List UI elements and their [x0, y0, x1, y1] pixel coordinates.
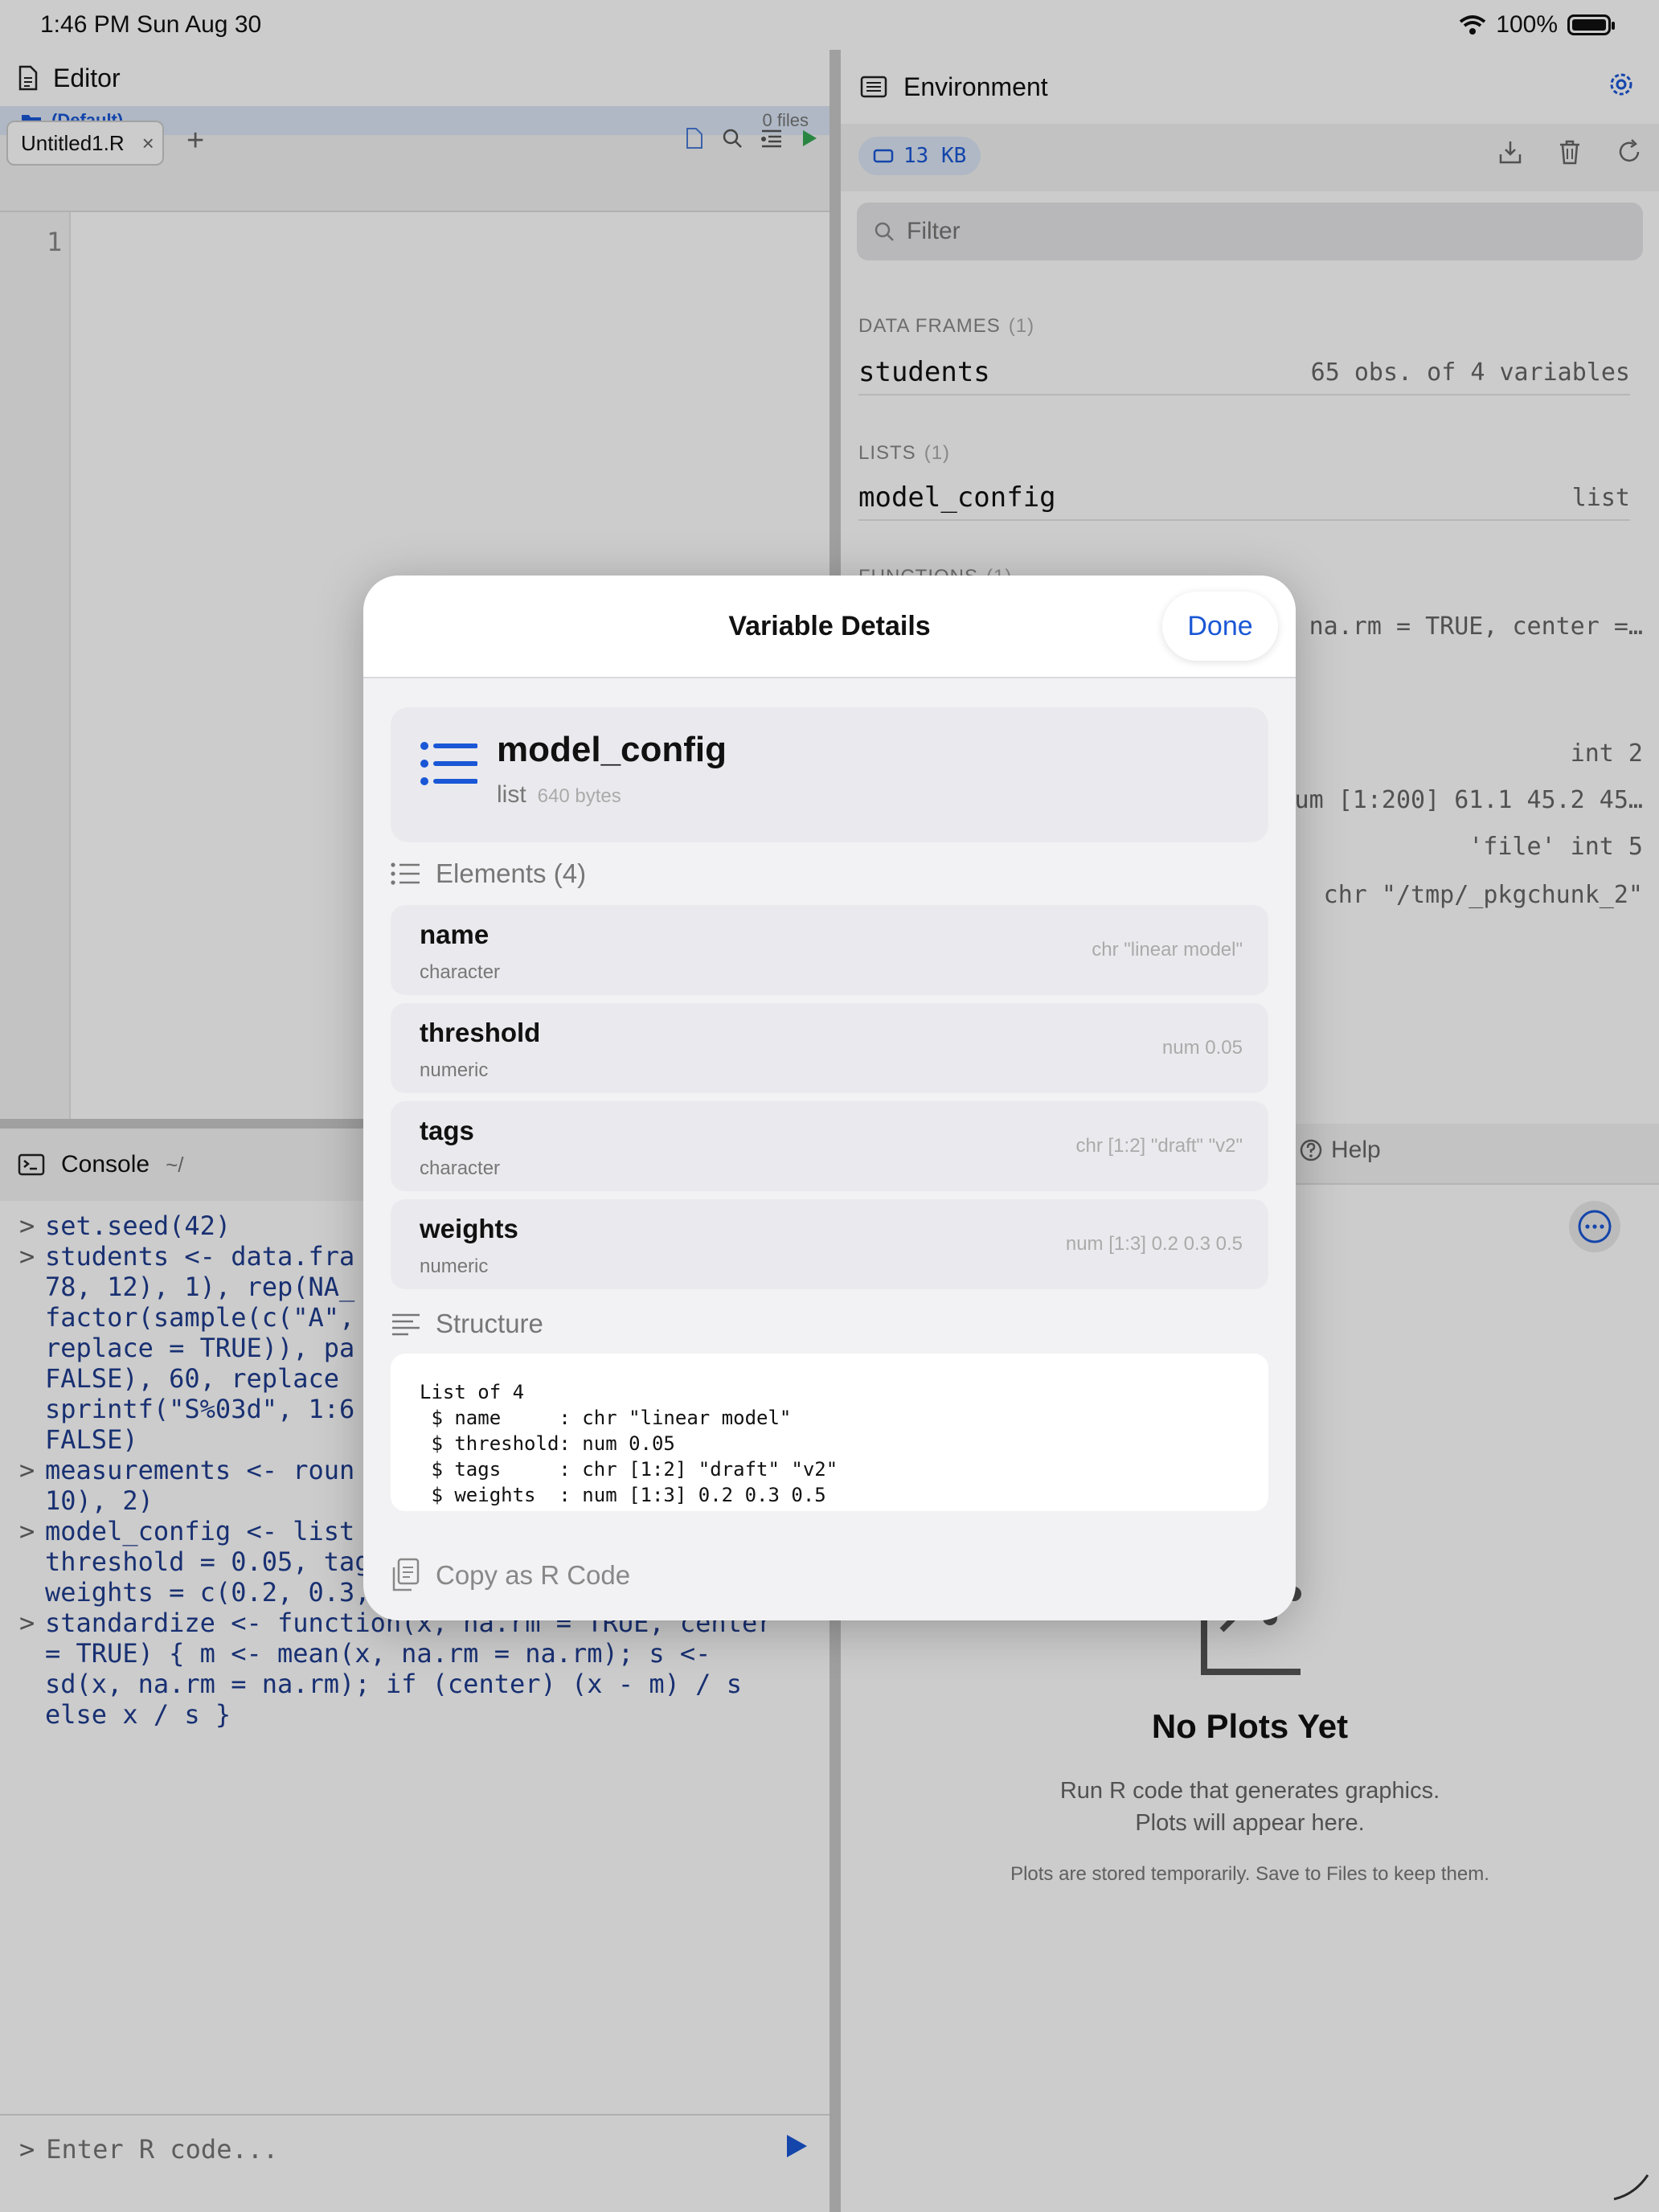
- done-button[interactable]: Done: [1162, 592, 1278, 661]
- list-icon: [420, 742, 477, 785]
- variable-type: list 640 bytes: [497, 781, 621, 808]
- list-bullet-icon: [391, 862, 420, 885]
- copy-as-r-code-button[interactable]: Copy as R Code: [391, 1558, 630, 1593]
- structure-section-title: Structure: [391, 1309, 543, 1339]
- element-row-threshold[interactable]: threshold numeric num 0.05: [391, 1003, 1268, 1093]
- elements-section-title: Elements (4): [391, 858, 586, 889]
- variable-summary-card: model_config list 640 bytes: [391, 707, 1268, 842]
- element-row-name[interactable]: name character chr "linear model": [391, 905, 1268, 995]
- variable-name: model_config: [497, 730, 727, 769]
- variable-details-sheet: Variable Details Done model_config list 6…: [363, 576, 1296, 1620]
- structure-output: List of 4 $ name : chr "linear model" $ …: [391, 1354, 1268, 1511]
- copy-icon: [392, 1558, 420, 1591]
- structure-text: List of 4 $ name : chr "linear model" $ …: [420, 1381, 838, 1506]
- variable-size: 640 bytes: [537, 785, 621, 807]
- element-row-weights[interactable]: weights numeric num [1:3] 0.2 0.3 0.5: [391, 1199, 1268, 1289]
- element-row-tags[interactable]: tags character chr [1:2] "draft" "v2": [391, 1101, 1268, 1191]
- sheet-header: Variable Details Done: [363, 576, 1296, 678]
- text-align-icon: [392, 1313, 420, 1336]
- sheet-title: Variable Details: [728, 611, 931, 641]
